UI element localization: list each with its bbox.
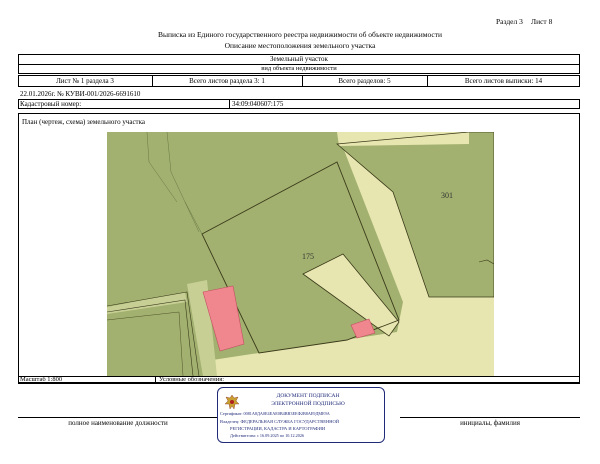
position-caption: полное наименование должности bbox=[68, 419, 168, 427]
footer-row bbox=[18, 376, 580, 384]
info-total-sheets-extract: Всего листов выписки: 14 bbox=[464, 77, 543, 85]
name-underline bbox=[400, 417, 580, 418]
page-subtitle: Описание местоположения земельного участ… bbox=[224, 41, 376, 50]
stamp-cert: Сертификат: 0081А8ДА0Е4ЕАЕ0В4ВВ3ЕЕФ2В8АЕ… bbox=[220, 411, 330, 416]
footer-divider bbox=[155, 376, 156, 384]
doc-date-number: 22.01.2026г. № КУВИ-001/2026-6691610 bbox=[20, 90, 141, 98]
page-title: Выписка из Единого государственного реес… bbox=[157, 30, 443, 39]
plan-label-neighbor: 301 bbox=[441, 191, 453, 200]
info-total-sheets-section: Всего листов раздела 3: 1 bbox=[189, 77, 265, 85]
object-type-caption: вид объекта недвижимости bbox=[261, 65, 337, 72]
scale-label: Масштаб 1:800 bbox=[20, 376, 63, 383]
section-label: Раздел 3 bbox=[496, 17, 523, 26]
info-sheet-of-section: Лист № 1 раздела 3 bbox=[56, 77, 114, 85]
cadastral-divider bbox=[229, 99, 230, 109]
sheet-label: Лист 8 bbox=[531, 17, 553, 26]
stamp-valid: Действителен: с 16.09.2025 по 10.12.2026 bbox=[230, 433, 305, 438]
cadastral-label: Кадастровый номер: bbox=[20, 100, 82, 108]
name-caption: инициалы, фамилия bbox=[460, 419, 520, 427]
plan-label-main: 175 bbox=[302, 252, 314, 261]
e-signature-stamp: ДОКУМЕНТ ПОДПИСАН ЭЛЕКТРОННОЙ ПОДПИСЬЮ С… bbox=[217, 387, 385, 443]
plan-title: План (чертеж, схема) земельного участка bbox=[22, 118, 146, 126]
object-type: Земельный участок bbox=[270, 55, 328, 63]
stamp-owner2: РЕГИСТРАЦИИ, КАДАСТРА И КАРТОГРАФИИ bbox=[230, 426, 326, 431]
cadastral-number: 34:09:040607:175 bbox=[232, 100, 284, 108]
cadastral-row bbox=[18, 99, 580, 109]
info-total-sections: Всего разделов: 5 bbox=[338, 77, 391, 85]
stamp-line2: ЭЛЕКТРОННОЙ ПОДПИСЬЮ bbox=[271, 401, 345, 407]
cadastral-map bbox=[107, 132, 494, 376]
stamp-line1: ДОКУМЕНТ ПОДПИСАН bbox=[276, 393, 340, 399]
position-underline bbox=[18, 417, 218, 418]
stamp-owner: Владелец: ФЕДЕРАЛЬНАЯ СЛУЖБА ГОСУДАРСТВЕ… bbox=[220, 419, 340, 424]
legend-label: Условные обозначения: bbox=[159, 376, 225, 383]
